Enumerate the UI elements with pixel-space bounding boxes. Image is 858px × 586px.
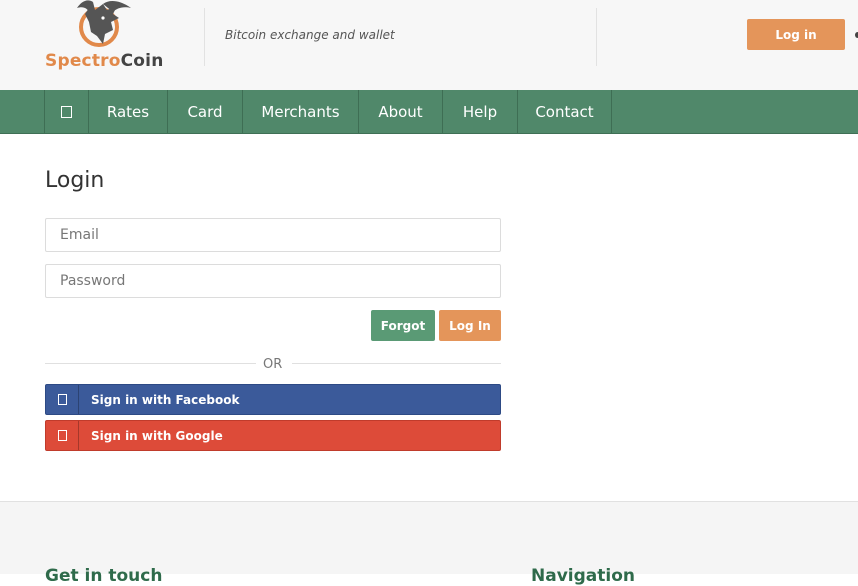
divider-left (45, 363, 256, 364)
page-title: Login (45, 168, 105, 193)
bull-logo-icon (77, 0, 131, 47)
nav-merchants[interactable]: Merchants (242, 90, 358, 133)
nav-home[interactable] (44, 90, 88, 133)
google-icon (46, 421, 79, 450)
nav-help[interactable]: Help (442, 90, 517, 133)
facebook-signin-label: Sign in with Facebook (91, 393, 240, 407)
facebook-signin-button[interactable]: Sign in with Facebook (45, 384, 501, 415)
logo-wordmark: SpectroCoin (45, 51, 164, 71)
header-divider (204, 8, 205, 66)
nav-contact[interactable]: Contact (517, 90, 612, 133)
nav-card[interactable]: Card (167, 90, 242, 133)
header-login-button[interactable]: Log in (747, 19, 845, 50)
header-divider (596, 8, 597, 66)
site-tagline: Bitcoin exchange and wallet (225, 28, 395, 42)
logo-part-spectro: Spectro (45, 51, 121, 71)
or-separator: OR (263, 357, 283, 372)
footer-heading-navigation: Navigation (531, 566, 635, 586)
login-button[interactable]: Log In (439, 310, 501, 341)
home-icon (61, 105, 72, 118)
divider-right (292, 363, 501, 364)
logo-part-coin: Coin (120, 51, 164, 71)
footer-heading-get-in-touch: Get in touch (45, 566, 163, 586)
site-logo[interactable]: SpectroCoin (45, 0, 163, 80)
facebook-icon (46, 385, 79, 414)
password-field[interactable] (45, 264, 501, 298)
main-nav: Rates Card Merchants About Help Contact (0, 90, 858, 134)
site-header: SpectroCoin Bitcoin exchange and wallet … (0, 0, 858, 90)
google-signin-label: Sign in with Google (91, 429, 223, 443)
site-footer: Get in touch Navigation (0, 501, 858, 586)
nav-rates[interactable]: Rates (88, 90, 167, 133)
email-field[interactable] (45, 218, 501, 252)
forgot-button[interactable]: Forgot (371, 310, 435, 341)
google-signin-button[interactable]: Sign in with Google (45, 420, 501, 451)
nav-about[interactable]: About (358, 90, 442, 133)
